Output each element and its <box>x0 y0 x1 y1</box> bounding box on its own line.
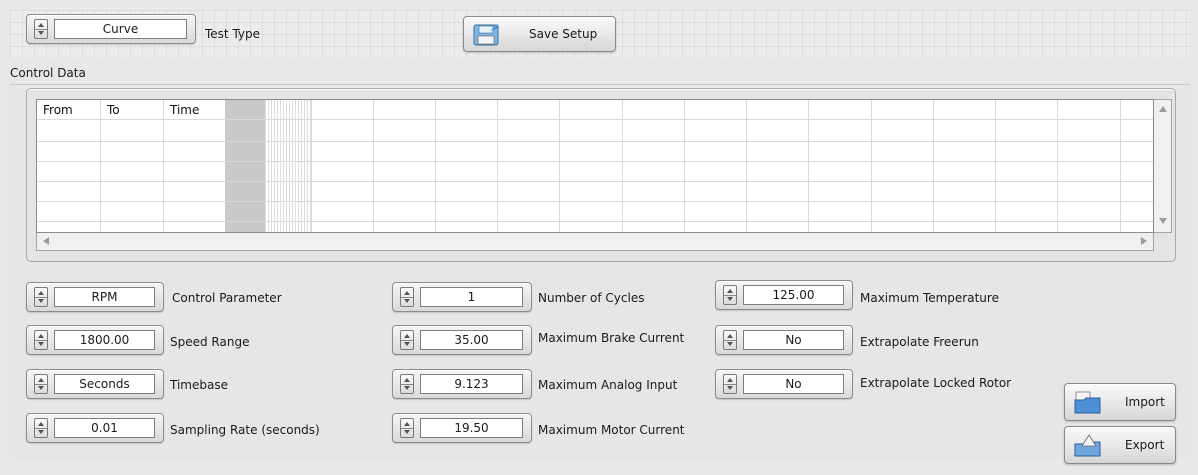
extrapolate-locked-rotor-value[interactable]: No <box>743 374 844 394</box>
export-button[interactable]: Export <box>1064 426 1176 464</box>
save-setup-button[interactable]: Save Setup <box>463 16 616 52</box>
max-analog-input-spinner[interactable] <box>400 374 414 394</box>
max-analog-input-label: Maximum Analog Input <box>538 378 678 392</box>
vertical-scrollbar[interactable] <box>1154 99 1172 233</box>
export-label: Export <box>1125 438 1165 452</box>
speed-range-spinner[interactable] <box>34 330 48 350</box>
max-analog-input-input[interactable]: 9.123 <box>420 374 523 394</box>
table-row <box>37 119 1153 120</box>
column-header-to[interactable]: To <box>107 103 120 117</box>
max-temperature-control[interactable]: 125.00 <box>715 280 853 310</box>
horizontal-scrollbar[interactable] <box>36 233 1154 251</box>
table-row <box>37 201 1153 202</box>
sampling-rate-label: Sampling Rate (seconds) <box>170 423 320 437</box>
floppy-disk-icon <box>473 24 499 46</box>
folder-import-icon <box>1074 391 1101 414</box>
max-brake-current-control[interactable]: 35.00 <box>392 325 532 355</box>
extrapolate-freerun-label: Extrapolate Freerun <box>860 335 979 349</box>
test-type-ring[interactable]: Curve <box>26 14 196 44</box>
max-brake-current-input[interactable]: 35.00 <box>420 330 523 350</box>
number-of-cycles-label: Number of Cycles <box>538 291 645 305</box>
sampling-rate-control[interactable]: 0.01 <box>26 413 164 443</box>
extrapolate-freerun-spinner[interactable] <box>723 330 737 350</box>
column-header-time[interactable]: Time <box>170 103 199 117</box>
export-icon <box>1074 434 1101 457</box>
max-motor-current-control[interactable]: 19.50 <box>392 413 532 443</box>
import-label: Import <box>1125 395 1165 409</box>
table-col-line <box>497 100 498 232</box>
scroll-left-arrow-icon[interactable] <box>43 237 49 245</box>
table-row <box>37 221 1153 222</box>
max-temperature-label: Maximum Temperature <box>860 291 999 305</box>
table-col-line <box>163 100 164 232</box>
scrollbar-corner <box>1154 233 1172 251</box>
max-brake-current-spinner[interactable] <box>400 330 414 350</box>
table-row <box>37 161 1153 162</box>
sampling-rate-input[interactable]: 0.01 <box>54 418 155 438</box>
table-col-line <box>435 100 436 232</box>
table-col-line <box>100 100 101 232</box>
number-of-cycles-spinner[interactable] <box>400 287 414 307</box>
test-type-value[interactable]: Curve <box>54 19 187 39</box>
max-brake-current-label: Maximum Brake Current <box>538 331 685 345</box>
speed-range-control[interactable]: 1800.00 <box>26 325 164 355</box>
timebase-label: Timebase <box>170 378 228 392</box>
number-of-cycles-control[interactable]: 1 <box>392 282 532 312</box>
extrapolate-freerun-ring[interactable]: No <box>715 325 853 355</box>
control-parameter-ring[interactable]: RPM <box>26 282 164 312</box>
table-row <box>37 141 1153 142</box>
scroll-right-arrow-icon[interactable] <box>1141 237 1147 245</box>
control-parameter-value[interactable]: RPM <box>54 287 155 307</box>
table-col-line <box>808 100 809 232</box>
extrapolate-locked-rotor-label: Extrapolate Locked Rotor <box>860 376 1012 390</box>
number-of-cycles-input[interactable]: 1 <box>420 287 523 307</box>
scroll-up-arrow-icon[interactable] <box>1159 106 1167 112</box>
speed-range-input[interactable]: 1800.00 <box>54 330 155 350</box>
extrapolate-locked-rotor-spinner[interactable] <box>723 374 737 394</box>
max-motor-current-spinner[interactable] <box>400 418 414 438</box>
extrapolate-locked-rotor-ring[interactable]: No <box>715 369 853 399</box>
table-col-line <box>311 100 312 232</box>
control-parameter-spinner[interactable] <box>34 287 48 307</box>
test-type-spinner[interactable] <box>34 19 48 39</box>
max-temperature-input[interactable]: 125.00 <box>743 285 844 305</box>
control-parameter-label: Control Parameter <box>172 291 282 305</box>
control-data-title: Control Data <box>10 66 86 80</box>
table-col-line <box>1057 100 1058 232</box>
table-col-line <box>684 100 685 232</box>
sampling-rate-spinner[interactable] <box>34 418 48 438</box>
import-button[interactable]: Import <box>1064 383 1176 421</box>
max-motor-current-input[interactable]: 19.50 <box>420 418 523 438</box>
table-col-line <box>622 100 623 232</box>
table-col-line <box>746 100 747 232</box>
max-analog-input-control[interactable]: 9.123 <box>392 369 532 399</box>
speed-range-label: Speed Range <box>170 335 250 349</box>
table-col-line <box>559 100 560 232</box>
test-type-label: Test Type <box>205 27 261 41</box>
table-col-line <box>373 100 374 232</box>
extrapolate-freerun-value[interactable]: No <box>743 330 844 350</box>
table-col-line <box>995 100 996 232</box>
column-header-from[interactable]: From <box>43 103 73 117</box>
timebase-spinner[interactable] <box>34 374 48 394</box>
timebase-ring[interactable]: Seconds <box>26 369 164 399</box>
table-col-line <box>871 100 872 232</box>
table-col-line <box>1120 100 1121 232</box>
table-col-line <box>933 100 934 232</box>
table-row <box>37 181 1153 182</box>
save-setup-label: Save Setup <box>529 27 598 41</box>
scroll-down-arrow-icon[interactable] <box>1159 218 1167 224</box>
control-data-table[interactable]: From To Time <box>36 99 1154 233</box>
timebase-value[interactable]: Seconds <box>54 374 155 394</box>
max-temperature-spinner[interactable] <box>723 285 737 305</box>
max-motor-current-label: Maximum Motor Current <box>538 423 685 437</box>
